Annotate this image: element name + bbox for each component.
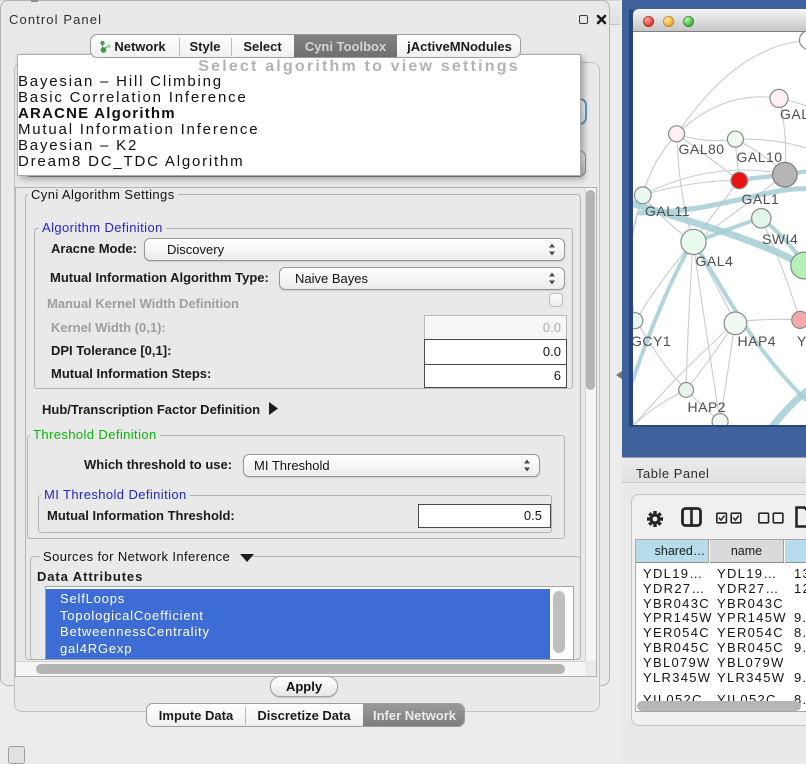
svg-text:GAL7: GAL7 [780,106,806,122]
svg-text:SWI4: SWI4 [762,231,798,247]
svg-text:GAL11: GAL11 [645,203,690,219]
svg-text:YB: YB [797,333,806,349]
svg-text:HAP2: HAP2 [688,399,727,415]
svg-text:GAL4: GAL4 [696,253,734,269]
svg-text:HAP4: HAP4 [738,333,777,349]
svg-text:GAL10: GAL10 [737,149,783,165]
svg-text:GCY1: GCY1 [633,333,671,349]
svg-text:GAL1: GAL1 [742,191,780,207]
svg-text:GAL80: GAL80 [679,141,725,157]
